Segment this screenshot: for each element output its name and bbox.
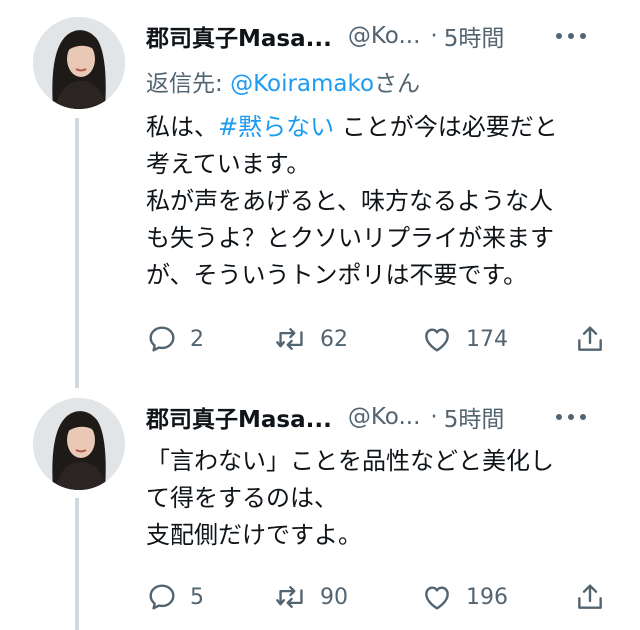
tweet-text-line: が、そういうトンポリは不要です。 xyxy=(146,261,528,289)
separator-dot: · xyxy=(430,23,438,49)
hashtag-link[interactable]: #黙らない xyxy=(218,113,334,141)
tweet-text-line: 支配側だけですよ。 xyxy=(146,521,362,549)
retweet-count: 62 xyxy=(320,326,348,352)
tweet-text-line: 私が声をあげると、味方なるような人 xyxy=(146,187,554,215)
thread-line xyxy=(75,498,79,630)
tweet-header: 郡司真子Masa... @Ko... · 5時間 xyxy=(146,400,616,434)
text-segment: ことが今は必要だと xyxy=(334,113,558,141)
more-icon[interactable] xyxy=(556,400,586,434)
reply-suffix: さん xyxy=(374,71,421,97)
avatar[interactable] xyxy=(33,17,125,109)
reply-context: 返信先: @Koiramakoさん xyxy=(146,64,420,98)
tweet-text-line: も失うよ？とクソいリプライが来ます xyxy=(146,224,554,252)
like-button[interactable]: 196 xyxy=(420,577,508,617)
like-count: 174 xyxy=(466,326,508,352)
tweet-text: 私は、#黙らない ことが今は必要だと 考えています。 私が声をあげると、味方なる… xyxy=(146,109,606,294)
author-handle[interactable]: @Ko... xyxy=(348,23,421,49)
like-count: 196 xyxy=(466,584,508,610)
share-button[interactable] xyxy=(574,319,606,359)
share-button[interactable] xyxy=(574,577,606,617)
tweet-header: 郡司真子Masa... @Ko... · 5時間 xyxy=(146,19,616,53)
share-icon xyxy=(578,326,602,351)
reply-label: 返信先: xyxy=(146,71,231,97)
avatar[interactable] xyxy=(33,398,125,490)
tweet-text-line: て得をするのは、 xyxy=(146,484,338,512)
tweet-text-line: 考えています。 xyxy=(146,150,311,178)
reply-button[interactable]: 5 xyxy=(146,577,204,617)
tweet-actions: 5 90 196 xyxy=(146,577,612,617)
retweet-button[interactable]: 62 xyxy=(274,319,348,359)
separator-dot: · xyxy=(430,404,438,430)
retweet-button[interactable]: 90 xyxy=(274,577,348,617)
reply-icon xyxy=(149,326,175,352)
tweet-text-line: 私は、#黙らない ことが今は必要だと xyxy=(146,109,606,146)
more-icon[interactable] xyxy=(556,19,586,53)
reply-count: 2 xyxy=(190,326,204,352)
reply-icon xyxy=(149,584,175,610)
timestamp[interactable]: 5時間 xyxy=(444,19,505,53)
retweet-count: 90 xyxy=(320,584,348,610)
timestamp[interactable]: 5時間 xyxy=(444,400,505,434)
retweet-icon xyxy=(276,328,303,350)
tweet-text: 「言わない」ことを品性などと美化し て得をするのは、 支配側だけですよ。 xyxy=(146,443,606,554)
retweet-icon xyxy=(276,586,303,608)
reply-mention-link[interactable]: @Koiramako xyxy=(230,71,374,97)
share-icon xyxy=(578,584,602,609)
text-segment: 私は、 xyxy=(146,113,218,141)
author-handle[interactable]: @Ko... xyxy=(348,404,421,430)
tweet-actions: 2 62 174 xyxy=(146,319,612,359)
reply-button[interactable]: 2 xyxy=(146,319,204,359)
author-name[interactable]: 郡司真子Masa... xyxy=(146,19,332,53)
like-icon xyxy=(425,586,449,610)
reply-count: 5 xyxy=(190,584,204,610)
like-button[interactable]: 174 xyxy=(420,319,508,359)
like-icon xyxy=(425,328,449,352)
author-name[interactable]: 郡司真子Masa... xyxy=(146,400,332,434)
thread-line xyxy=(75,118,79,388)
tweet-text-line: 「言わない」ことを品性などと美化し xyxy=(146,447,554,475)
